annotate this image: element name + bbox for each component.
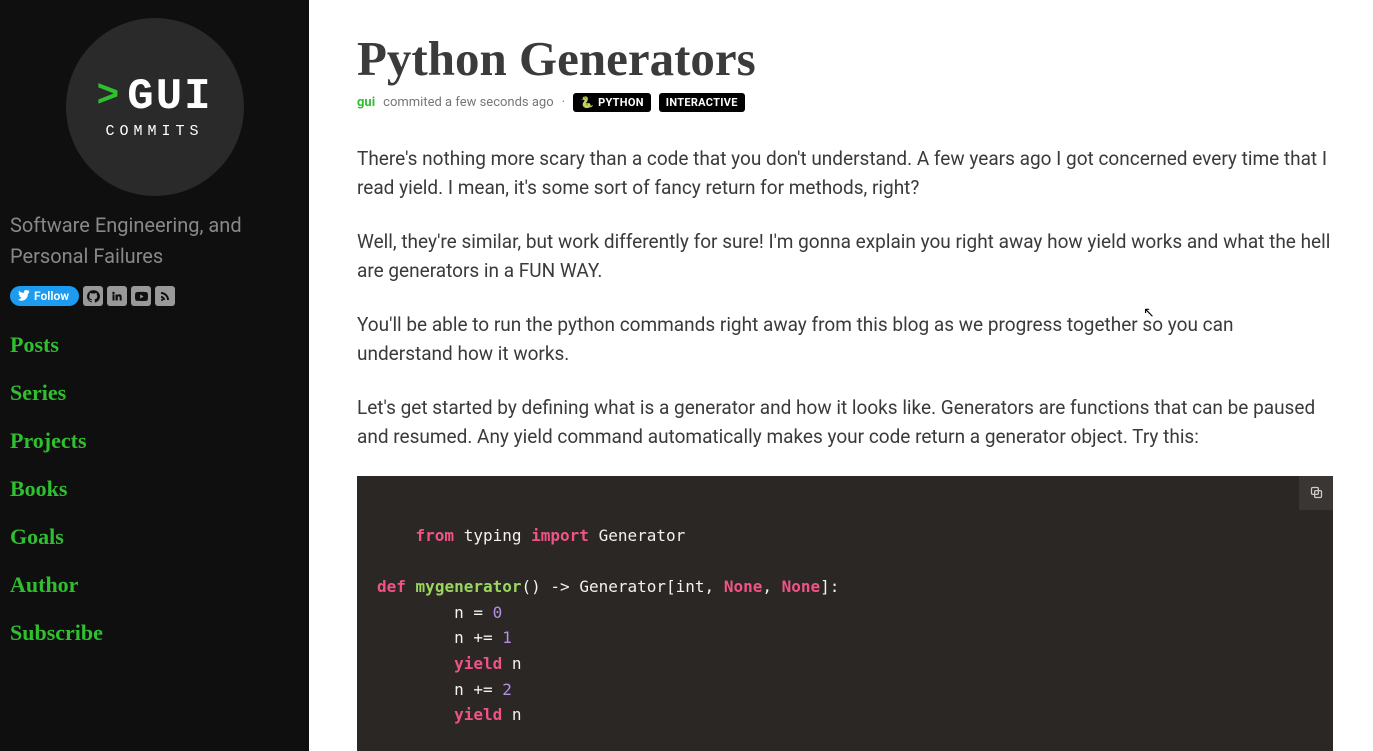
social-row: Follow [10, 286, 299, 306]
linkedin-icon[interactable] [107, 286, 127, 306]
youtube-icon[interactable] [131, 286, 151, 306]
sidebar-nav: Posts Series Projects Books Goals Author… [10, 332, 299, 646]
python-icon: 🐍 [580, 96, 594, 109]
tag-python[interactable]: 🐍 PYTHON [573, 93, 651, 112]
twitter-follow-button[interactable]: Follow [10, 286, 79, 306]
rss-icon[interactable] [155, 286, 175, 306]
code-line6-var: n += [454, 680, 493, 699]
paragraph-2: Well, they're similar, but work differen… [357, 227, 1333, 286]
meta-separator: · [562, 95, 565, 110]
paragraph-1: There's nothing more scary than a code t… [357, 144, 1333, 203]
sidebar-item-series[interactable]: Series [10, 380, 299, 406]
tagline: Software Engineering, and Personal Failu… [10, 210, 299, 272]
code-none-1: None [724, 577, 763, 596]
code-fn-name: mygenerator [416, 577, 522, 596]
copy-icon [1309, 485, 1324, 500]
code-yield-1: yield [454, 654, 502, 673]
sidebar-item-posts[interactable]: Posts [10, 332, 299, 358]
logo-text: > GUI [96, 75, 212, 119]
sidebar-item-goals[interactable]: Goals [10, 524, 299, 550]
code-typing: typing [464, 526, 522, 545]
code-n-2: n [512, 705, 522, 724]
code-kw-def: def [377, 577, 406, 596]
code-kw-import: import [531, 526, 589, 545]
twitter-follow-label: Follow [34, 289, 69, 303]
copy-button[interactable] [1299, 476, 1333, 510]
commit-time: commited a few seconds ago [383, 95, 554, 110]
code-n-1: n [512, 654, 522, 673]
code-yield-2: yield [454, 705, 502, 724]
code-line4-val: 1 [502, 628, 512, 647]
logo[interactable]: > GUI COMMITS [10, 18, 299, 196]
paragraph-4: Let's get started by defining what is a … [357, 393, 1333, 452]
code-line3-val: 0 [493, 603, 503, 622]
code-line3-var: n = [454, 603, 483, 622]
chevron-icon: > [96, 78, 121, 116]
sidebar-item-author[interactable]: Author [10, 572, 299, 598]
post-meta: gui commited a few seconds ago · 🐍 PYTHO… [357, 93, 1333, 112]
sidebar-item-subscribe[interactable]: Subscribe [10, 620, 299, 646]
tag-python-label: PYTHON [598, 96, 644, 109]
code-kw-from: from [416, 526, 455, 545]
sidebar-item-books[interactable]: Books [10, 476, 299, 502]
author-name[interactable]: gui [357, 95, 375, 110]
code-generator: Generator [599, 526, 686, 545]
paragraph-3: You'll be able to run the python command… [357, 310, 1333, 369]
logo-circle: > GUI COMMITS [66, 18, 244, 196]
code-close: ]: [820, 577, 839, 596]
code-line4-var: n += [454, 628, 493, 647]
code-block: from typing import Generator def mygener… [357, 476, 1333, 751]
tag-interactive-label: INTERACTIVE [666, 96, 738, 109]
page-title: Python Generators [357, 30, 1333, 87]
code-line6-val: 2 [502, 680, 512, 699]
code-sig-1: () -> Generator[int, [522, 577, 715, 596]
code-comma: , [762, 577, 772, 596]
code-none-2: None [782, 577, 821, 596]
tag-interactive[interactable]: INTERACTIVE [659, 93, 745, 112]
logo-main-text: GUI [127, 75, 212, 119]
main-content: ↖ Python Generators gui commited a few s… [309, 0, 1373, 751]
github-icon[interactable] [83, 286, 103, 306]
twitter-icon [18, 290, 30, 302]
sidebar: > GUI COMMITS Software Engineering, and … [0, 0, 309, 751]
sidebar-item-projects[interactable]: Projects [10, 428, 299, 454]
logo-subtitle: COMMITS [105, 123, 203, 140]
